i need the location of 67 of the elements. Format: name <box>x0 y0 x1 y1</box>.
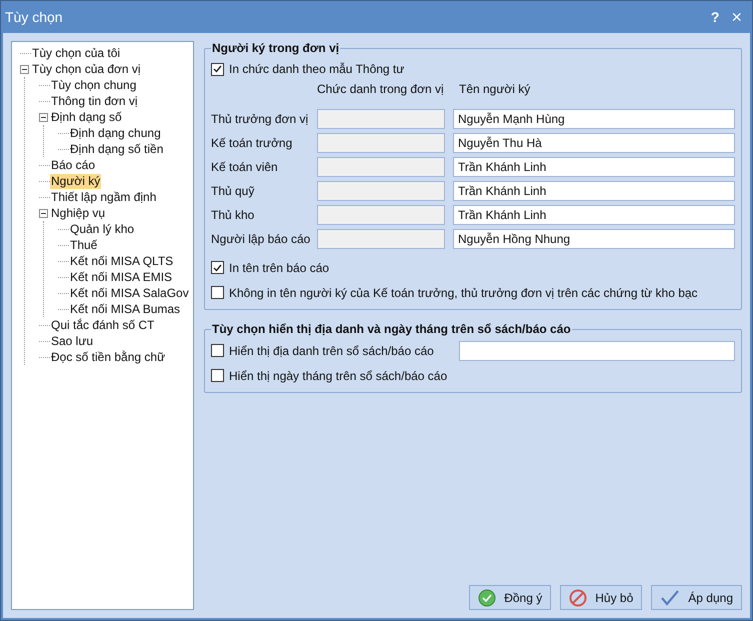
position-field[interactable] <box>317 229 445 249</box>
collapse-icon[interactable] <box>39 208 48 218</box>
dialog-button[interactable]: Áp dụng <box>651 585 742 610</box>
tree-item[interactable]: Định dạng số tiền <box>69 142 164 156</box>
column-header: Chức danh trong đơn vị <box>316 81 445 98</box>
group-title: Người ký trong đơn vị <box>211 40 340 57</box>
position-field[interactable] <box>317 109 445 129</box>
tree-item[interactable]: Đọc số tiền bằng chữ <box>50 350 166 364</box>
checkmark-icon <box>660 588 680 606</box>
collapse-icon[interactable] <box>20 64 29 74</box>
dialog-button[interactable]: Đồng ý <box>469 585 552 610</box>
position-field[interactable] <box>317 133 445 153</box>
checkbox[interactable] <box>211 62 224 76</box>
signer-role-label: Người lập báo cáo <box>211 231 312 248</box>
checkbox[interactable] <box>211 286 224 299</box>
tree-item[interactable]: Kết nối MISA QLTS <box>69 254 174 268</box>
signer-role-label: Kế toán viên <box>211 159 279 176</box>
tree-item[interactable]: Kết nối MISA Bumas <box>69 302 182 316</box>
signer-name-field[interactable]: Nguyễn Thu Hà <box>453 133 735 153</box>
signer-name-field[interactable]: Nguyễn Mạnh Hùng <box>453 109 735 129</box>
checkbox-label: Hiển thị địa danh trên sổ sách/báo cáo <box>229 342 434 360</box>
column-header: Tên người ký <box>458 81 530 98</box>
close-button[interactable]: × <box>725 8 748 26</box>
help-button[interactable]: ? <box>704 6 726 28</box>
tree-item[interactable]: Quản lý kho <box>69 222 136 236</box>
position-field[interactable] <box>317 157 445 177</box>
checkbox[interactable] <box>211 369 224 382</box>
checkbox-label: Không in tên người ký của Kế toán trưởng, thủ trưởng đơn vị trên các chứng từ kho bạc <box>229 284 698 302</box>
place-name-field[interactable] <box>459 340 735 360</box>
collapse-icon[interactable] <box>39 112 48 122</box>
tree-item[interactable]: Thiết lập ngầm định <box>50 190 158 204</box>
signer-name-field[interactable]: Trần Khánh Linh <box>453 157 735 177</box>
position-field[interactable] <box>317 181 445 201</box>
checkbox[interactable] <box>211 344 224 357</box>
tree-item[interactable]: Định dạng chung <box>69 126 162 140</box>
signer-name-field[interactable]: Nguyễn Hồng Nhung <box>453 229 735 249</box>
checkmark-icon <box>213 264 222 272</box>
checkbox-label: In tên trên báo cáo <box>229 260 330 276</box>
tree-item[interactable]: Tùy chọn chung <box>50 78 138 92</box>
signer-role-label: Thủ quỹ <box>211 183 256 200</box>
signer-role-label: Thủ kho <box>211 207 256 224</box>
tree-item[interactable]: Định dạng số <box>50 110 123 124</box>
tree-item[interactable]: Báo cáo <box>50 158 96 172</box>
signer-name-field[interactable]: Trần Khánh Linh <box>453 181 735 201</box>
tree-item[interactable]: Nghiệp vụ <box>50 206 106 220</box>
window-title: Tùy chọn <box>5 8 63 27</box>
dialog-button[interactable]: Hủy bỏ <box>560 585 642 610</box>
tree-item[interactable]: Qui tắc đánh số CT <box>50 318 156 332</box>
checkbox[interactable] <box>211 261 224 274</box>
tree-item[interactable]: Tùy chọn của tôi <box>31 46 122 60</box>
checkmark-icon <box>213 65 222 73</box>
signer-role-label: Kế toán trưởng <box>211 135 294 152</box>
checkbox-label: In chức danh theo mẫu Thông tư <box>229 61 404 78</box>
tree-item[interactable]: Tùy chọn của đơn vị <box>31 62 142 76</box>
signer-name-field[interactable]: Trần Khánh Linh <box>453 205 735 225</box>
signer-role-label: Thủ trưởng đơn vị <box>211 111 310 128</box>
tree-item[interactable]: Thông tin đơn vị <box>50 94 139 108</box>
checkbox-label: Hiển thị ngày tháng trên sổ sách/báo cáo <box>229 368 448 384</box>
check-circle-icon <box>478 588 496 606</box>
tree-item[interactable]: Sao lưu <box>50 334 94 348</box>
tree-item[interactable]: Kết nối MISA EMIS <box>69 270 174 284</box>
prohibited-icon <box>569 588 588 606</box>
group-title: Tùy chọn hiển thị địa danh và ngày tháng trên sổ sách/báo cáo <box>211 321 572 338</box>
tree-item[interactable]: Thuế <box>69 238 98 252</box>
position-field[interactable] <box>317 205 445 225</box>
tree-item[interactable]: Kết nối MISA SalaGov <box>69 286 190 300</box>
tree-item[interactable]: Người ký <box>50 174 102 188</box>
